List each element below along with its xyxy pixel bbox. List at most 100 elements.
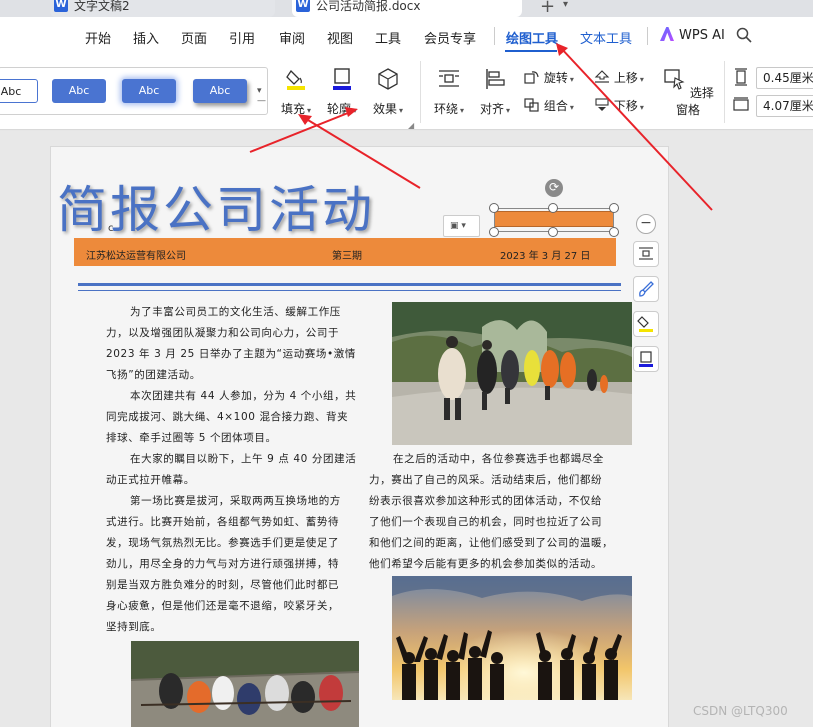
paragraph-line: 第一场比赛是拔河，采取两两互换场地的方 <box>130 495 341 507</box>
align-button[interactable]: 对齐 ▾ <box>476 67 514 117</box>
search-icon[interactable] <box>736 27 752 43</box>
resize-handle[interactable] <box>609 227 619 237</box>
wps-writer-icon: W <box>296 0 310 12</box>
selection-pane-button[interactable]: 选择窗格 <box>660 67 716 118</box>
ribbon: Abc Abc Abc Abc ▾ — 填充 ▾ 轮廓 ▾ 效果 ▾ ◢ 环绕 … <box>0 53 813 130</box>
shape-outline-icon <box>639 351 653 367</box>
menu-bar: 开始 插入 页面 引用 审阅 视图 工具 会员专享 绘图工具 文本工具 WPS … <box>0 17 813 53</box>
side-outline-button[interactable] <box>633 346 659 372</box>
resize-handle[interactable] <box>548 203 558 213</box>
paragraph-line: 力，赛出了自己的风采。活动结束后，他们都纷 <box>369 474 603 486</box>
right-column-text[interactable]: 在之后的活动中，各位参赛选手也都竭尽全 力，赛出了自己的风采。活动结束后，他们都… <box>369 449 631 575</box>
menu-divider <box>494 27 495 45</box>
text-cursor-char: c <box>108 223 114 234</box>
rotate-button[interactable]: 旋转 ▾ <box>524 69 574 86</box>
paragraph-line: 身心疲惫，但是他们还是毫不退缩，咬紧牙关， <box>106 600 340 612</box>
send-backward-button[interactable]: 下移 ▾ <box>594 97 644 114</box>
activity-photo-sunset[interactable] <box>392 576 632 700</box>
menu-view[interactable]: 视图 <box>327 28 353 47</box>
shape-style-2[interactable]: Abc <box>52 79 106 103</box>
paragraph-line: 力，以及增强团队凝聚力和公司向心力，公司于 <box>106 327 340 339</box>
fill-button[interactable]: 填充 ▾ <box>279 67 313 117</box>
group-icon <box>524 98 539 112</box>
chevron-down-icon[interactable]: ▾ <box>563 0 568 10</box>
paragraph-line: 本次团建共有 44 人参加，分为 4 个小组，共 <box>130 390 357 402</box>
shape-height-input[interactable]: 0.45厘米 <box>756 67 813 89</box>
gallery-expand-icon[interactable]: ▾ — <box>257 86 266 106</box>
menu-review[interactable]: 审阅 <box>279 28 305 47</box>
rotate-icon <box>524 71 539 84</box>
menu-insert[interactable]: 插入 <box>133 28 159 47</box>
paint-bucket-icon <box>286 69 305 90</box>
dialog-launcher-icon[interactable]: ◢ <box>408 121 414 130</box>
shape-style-1[interactable]: Abc <box>0 79 38 103</box>
paragraph-line: 他们希望今后能有更多的机会参加类似的活动。 <box>369 558 603 570</box>
layout-options-button[interactable]: ▣ ▾ <box>443 215 480 237</box>
header-issue: 第三期 <box>332 251 362 262</box>
active-tab-indicator <box>505 50 557 52</box>
resize-handle[interactable] <box>489 227 499 237</box>
brush-icon <box>639 281 654 297</box>
paragraph-line: 别是当双方胜负难分的时刻，尽管他们此时都已 <box>106 579 340 591</box>
paragraph-line: 排球、牵手过圈等 5 个团体项目。 <box>106 432 277 444</box>
header-date: 2023 年 3 月 27 日 <box>500 251 591 262</box>
menu-references[interactable]: 引用 <box>229 28 255 47</box>
effects-button[interactable]: 效果 ▾ <box>370 67 406 117</box>
header-banner: 江苏松达运营有限公司 第三期 2023 年 3 月 27 日 <box>74 238 616 266</box>
paragraph-line: 飞扬”的团建活动。 <box>106 369 201 381</box>
new-tab-button[interactable]: + <box>540 0 555 17</box>
tab-document-1[interactable]: W 文字文稿2 <box>50 0 275 17</box>
shape-width-input[interactable]: 4.07厘米 <box>756 95 813 117</box>
paragraph-line: 同完成拔河、跳大绳、4×100 混合接力跑、背夹 <box>106 411 349 423</box>
resize-handle[interactable] <box>609 203 619 213</box>
resize-handle[interactable] <box>548 227 558 237</box>
wrap-button[interactable]: 环绕 ▾ <box>430 67 468 117</box>
menu-drawing-tools[interactable]: 绘图工具 <box>506 28 558 47</box>
menu-tools[interactable]: 工具 <box>375 28 401 47</box>
wps-ai-button[interactable]: WPS AI <box>660 27 725 43</box>
shape-height-icon <box>735 68 747 86</box>
wps-writer-icon: W <box>54 0 68 12</box>
wps-ai-logo-icon <box>660 27 674 41</box>
activity-photo-tug-of-war[interactable] <box>131 641 359 727</box>
rotate-handle-icon[interactable]: ⟳ <box>545 179 563 197</box>
collapse-toolbar-button[interactable]: − <box>636 214 656 234</box>
side-wrap-button[interactable] <box>633 241 659 267</box>
bring-forward-icon <box>594 70 610 83</box>
tab-document-2-label: 公司活动简报.docx <box>316 0 421 13</box>
paragraph-line: 和他们之间的距离，让他们感受到了公司的温暖， <box>369 537 614 549</box>
menu-member[interactable]: 会员专享 <box>424 28 476 47</box>
rotate-label: 旋转 <box>543 71 568 85</box>
shape-outline-icon <box>333 68 351 90</box>
outline-button[interactable]: 轮廓 ▾ <box>325 67 359 117</box>
ribbon-divider <box>420 61 421 123</box>
paint-bucket-icon <box>637 316 653 332</box>
cube-effect-icon <box>378 68 398 90</box>
menu-page[interactable]: 页面 <box>181 28 207 47</box>
tab-document-2[interactable]: W 公司活动简报.docx <box>292 0 522 17</box>
align-label: 对齐 <box>479 102 504 116</box>
selection-pane-icon <box>664 69 685 90</box>
shape-style-3[interactable]: Abc <box>122 79 176 103</box>
paragraph-line: 劲儿，用尽全身的力气与对方进行顽强拼搏，特 <box>106 558 340 570</box>
activity-photo-running[interactable] <box>392 302 632 445</box>
menu-home[interactable]: 开始 <box>85 28 111 47</box>
paragraph-line: 在大家的瞩目以盼下，上午 9 点 40 分团建活 <box>130 453 357 465</box>
document-title-wordart[interactable]: 简报公司活动 <box>57 170 375 242</box>
left-column-text[interactable]: 为了丰富公司员工的文化生活、缓解工作压 力，以及增强团队凝聚力和公司向心力，公司… <box>106 302 361 638</box>
bring-forward-label: 上移 <box>613 71 638 85</box>
side-fill-button[interactable] <box>633 311 659 337</box>
side-style-button[interactable] <box>633 276 659 302</box>
paragraph-line: 发，现场气氛热烈无比。参赛选手们更是使足了 <box>106 537 340 549</box>
paragraph-line: 纷表示很喜欢参加这种形式的团体活动，不仅给 <box>369 495 603 507</box>
wrap-label: 环绕 <box>433 102 458 116</box>
resize-handle[interactable] <box>489 203 499 213</box>
bring-forward-button[interactable]: 上移 ▾ <box>594 69 644 86</box>
menu-text-tools[interactable]: 文本工具 <box>580 28 632 47</box>
text-wrap-icon <box>639 247 653 260</box>
shape-style-4[interactable]: Abc <box>193 79 247 103</box>
watermark: CSDN @LTQ300 <box>693 704 788 718</box>
paragraph-line: 为了丰富公司员工的文化生活、缓解工作压 <box>130 306 341 318</box>
paragraph-line: 动正式拉开帷幕。 <box>106 474 195 486</box>
group-button[interactable]: 组合 ▾ <box>524 97 574 114</box>
